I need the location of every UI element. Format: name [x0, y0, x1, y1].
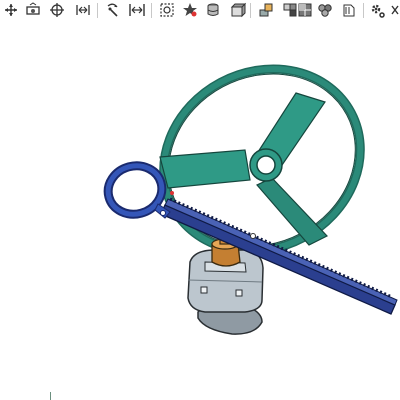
grid-icon[interactable] — [296, 1, 314, 19]
fit-view-icon[interactable] — [128, 1, 146, 19]
toolbar-separator — [97, 3, 98, 18]
move-icon[interactable] — [48, 1, 66, 19]
appearance-icon[interactable] — [181, 1, 199, 19]
view-orientation-icon[interactable] — [2, 1, 20, 19]
top-toolbar — [0, 0, 400, 22]
toolbar-separator — [363, 3, 364, 18]
document-icon[interactable] — [340, 1, 358, 19]
flip-icon[interactable] — [74, 1, 92, 19]
settings-icon[interactable] — [368, 1, 386, 19]
display-style-icon[interactable] — [229, 1, 247, 19]
section-view-icon[interactable] — [24, 1, 42, 19]
database-icon[interactable] — [204, 1, 222, 19]
toolbar-separator — [250, 3, 251, 18]
rotate-icon[interactable] — [104, 1, 122, 19]
origin-marker — [250, 233, 256, 239]
viewport-edge-marker — [50, 392, 51, 400]
3d-viewport[interactable] — [0, 22, 400, 400]
more-icon[interactable] — [390, 1, 400, 19]
components-icon[interactable] — [316, 1, 334, 19]
zoom-area-icon[interactable] — [158, 1, 176, 19]
part-icon[interactable] — [257, 1, 275, 19]
toolbar-separator — [151, 3, 152, 18]
